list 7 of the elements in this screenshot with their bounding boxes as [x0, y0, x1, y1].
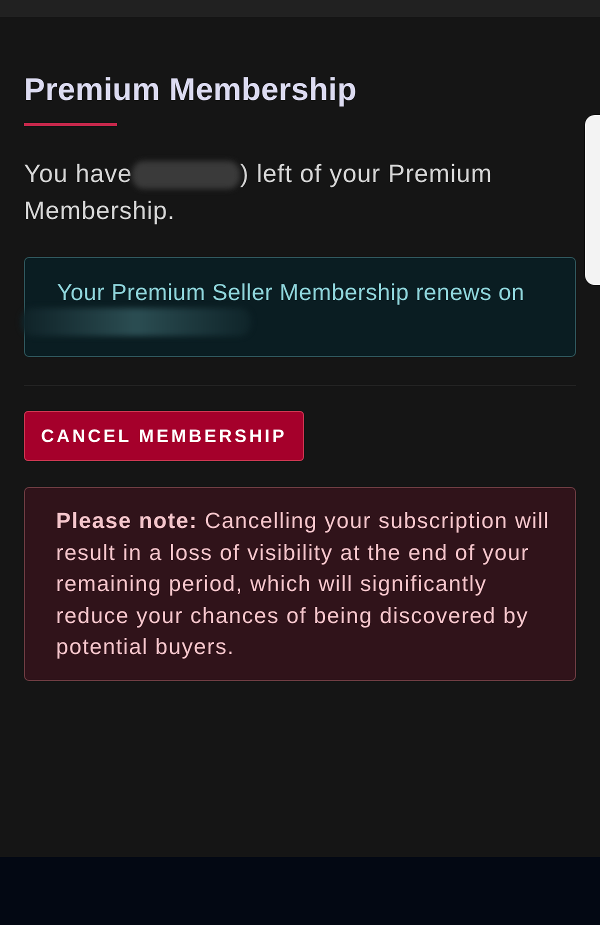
remaining-text: ) left of your Premium — [240, 159, 492, 190]
warning-text: Please note: Cancelling your subscription will result in a loss of visibility at the end of your remaining period, which will significantly reduce your chances of being discovered by potential buyers. — [56, 507, 551, 661]
remaining-text: You have — [24, 159, 132, 190]
cancel-membership-button[interactable]: CANCEL MEMBERSHIP — [24, 411, 304, 461]
page-title: Premium Membership — [24, 70, 357, 109]
remaining-text: Membership. — [24, 196, 176, 227]
renewal-text: Your Premium Seller Membership renews on — [57, 278, 525, 307]
